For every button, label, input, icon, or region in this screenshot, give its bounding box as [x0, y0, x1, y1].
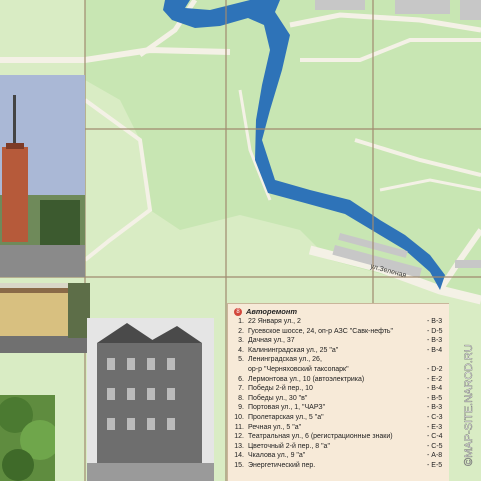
watermark-text: ©MAP-SITE.NAROD.RU — [463, 344, 475, 466]
legend-item-text: Калининградская ул., 25 "а" — [248, 346, 339, 354]
legend-item-num: 2. — [238, 327, 244, 335]
legend-item-num — [234, 365, 244, 375]
water-tower-photo — [0, 75, 85, 277]
legend-item-num: 1. — [238, 318, 244, 325]
legend-item-num: 9. — [238, 404, 244, 412]
legend-item-text: Пролетарская ул., 5 "а" — [248, 413, 324, 421]
legend-badge: 8 — [234, 307, 242, 316]
legend-item-grid: - Е-5 — [427, 461, 443, 469]
legend-item-grid: - В-3 — [427, 318, 443, 325]
map-canvas[interactable]: ул.Зеленая 8 Авторемонт 1. 22 Января ул.… — [0, 0, 481, 481]
watermark: ©MAP-SITE.NAROD.RU — [463, 344, 475, 466]
legend-item-num: 12. — [234, 433, 244, 441]
legend-item-text: 22 Января ул., 2 — [248, 318, 301, 325]
legend-item-grid: - E-2 — [427, 375, 443, 383]
legend-item-num: 4. — [238, 346, 244, 354]
legend-item-num: 11. — [234, 423, 244, 431]
legend-item[interactable]: 9. Портовая ул., 1, "ЧАРЗ" - В-3 — [234, 403, 449, 413]
legend-item-text: Лермонтова ул., 10 (автоэлектрика) — [248, 375, 365, 383]
historic-house-photo — [87, 318, 214, 481]
legend-item-num: 3. — [238, 337, 244, 345]
legend-item[interactable]: 12. Театральная ул., 6 (регистрационные з… — [234, 432, 449, 442]
legend-title: Авторемонт — [246, 307, 298, 316]
legend-item-grid: - В-5 — [427, 394, 443, 402]
legend-item[interactable]: 4. Калининградская ул., 25 "а" - В-4 — [234, 346, 449, 356]
legend-item-grid: - В-3 — [427, 404, 443, 412]
legend-item-grid: - D-5 — [427, 327, 443, 335]
legend-item-text: Дачная ул., 37 — [248, 337, 295, 345]
legend-item-text: Театральная ул., 6 (регистрационные знак… — [248, 433, 393, 441]
legend-list: 1. 22 Января ул., 2 - В-3 2. Гусевское шоссе… — [228, 317, 449, 471]
legend-item-grid: - В-3 — [427, 337, 443, 345]
legend-item[interactable]: 6. Лермонтова ул., 10 (автоэлектрика) - E-… — [234, 375, 449, 385]
legend-item-text: Портовая ул., 1, "ЧАРЗ" — [248, 404, 326, 412]
legend-item[interactable]: 14. Чкалова ул., 9 "а" - А-8 — [234, 451, 449, 461]
legend-item[interactable]: 8. Победы ул., 30 "в" - В-5 — [234, 394, 449, 404]
legend-item[interactable]: ор-р "Черняховский таксопарк" - D-2 — [234, 365, 449, 375]
legend-item-text: Победы 2-й пер., 10 — [248, 385, 313, 393]
legend-item-text: Ленинградская ул., 26, — [248, 356, 322, 364]
legend-item-grid — [427, 355, 449, 365]
legend-item-num: 6. — [238, 375, 244, 383]
legend-item-num: 8. — [238, 394, 244, 402]
legend-item-grid: - D-2 — [427, 365, 443, 373]
legend-item-grid: - А-8 — [427, 452, 443, 460]
legend-item-text: Чкалова ул., 9 "а" — [248, 452, 306, 460]
legend-item[interactable]: 10. Пролетарская ул., 5 "а" - С-3 — [234, 413, 449, 423]
legend-item-num: 14. — [234, 452, 244, 460]
legend-item-num: 7. — [238, 385, 244, 393]
legend-item[interactable]: 11. Речная ул., 5 "а" - Е-3 — [234, 423, 449, 433]
legend-item-text: Гусевское шоссе, 24, оп-р АЗС "Савк-нефт… — [248, 327, 394, 335]
legend-item[interactable]: 3. Дачная ул., 37 - В-3 — [234, 336, 449, 346]
legend-item-grid: - С-5 — [427, 442, 443, 450]
legend-item-grid: - С-3 — [427, 413, 443, 421]
legend-item-num: 10. — [234, 413, 244, 421]
legend-item-text: ор-р "Черняховский таксопарк" — [248, 365, 349, 373]
legend-item-grid: - В-4 — [427, 385, 443, 393]
legend-item-grid: - В-4 — [427, 346, 443, 354]
legend-item-text: Цветочный 2-й пер., 8 "а" — [248, 442, 330, 450]
building — [460, 0, 481, 20]
building — [395, 0, 450, 14]
legend-item[interactable]: 1. 22 Января ул., 2 - В-3 — [234, 317, 449, 327]
trees-photo — [0, 395, 55, 481]
legend-item[interactable]: 15. Энергетический пер. - Е-5 — [234, 461, 449, 471]
legend-item[interactable]: 13. Цветочный 2-й пер., 8 "а" - С-5 — [234, 442, 449, 452]
legend-panel: 8 Авторемонт 1. 22 Января ул., 2 - В-3 2. Гу… — [227, 303, 449, 481]
legend-item-text: Победы ул., 30 "в" — [248, 394, 308, 402]
building — [315, 0, 365, 10]
school-building-photo — [0, 283, 90, 353]
legend-item-num: 15. — [234, 461, 244, 469]
legend-item-text: Энергетический пер. — [248, 461, 316, 469]
legend-item-grid: - Е-3 — [427, 423, 443, 431]
legend-item-num: 13. — [234, 442, 244, 450]
legend-item[interactable]: 5. Ленинградская ул., 26, — [234, 355, 449, 365]
legend-item-num: 5. — [238, 356, 244, 364]
legend-item[interactable]: 2. Гусевское шоссе, 24, оп-р АЗС "Савк-не… — [234, 327, 449, 337]
legend-item[interactable]: 7. Победы 2-й пер., 10 - В-4 — [234, 384, 449, 394]
legend-item-text: Речная ул., 5 "а" — [248, 423, 302, 431]
legend-header: 8 Авторемонт — [228, 304, 449, 317]
legend-item-grid: - С-4 — [427, 433, 443, 441]
building — [455, 260, 481, 268]
